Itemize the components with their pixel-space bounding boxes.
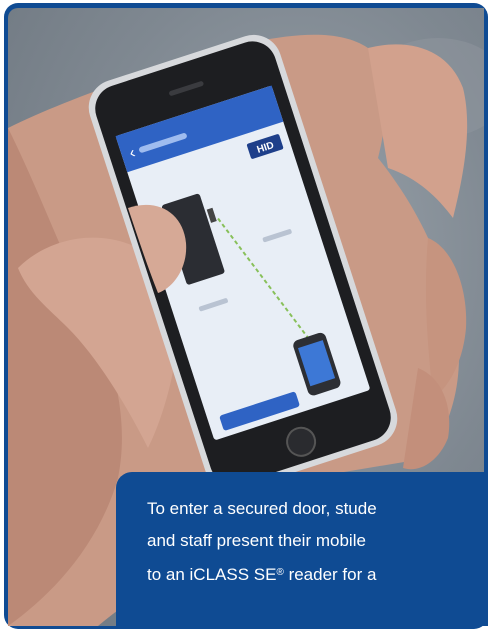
caption-line-3-start: to an iCLASS SE	[147, 565, 277, 584]
caption-line-1: To enter a secured door, stude	[147, 499, 377, 518]
caption-text: To enter a secured door, stude and staff…	[147, 493, 490, 589]
caption-line-2: and staff present their mobile	[147, 531, 366, 550]
caption-line-3-end: reader for a	[283, 565, 377, 584]
registered-mark: ®	[276, 567, 284, 578]
caption-line-3: to an iCLASS SE® reader for a	[147, 557, 490, 589]
